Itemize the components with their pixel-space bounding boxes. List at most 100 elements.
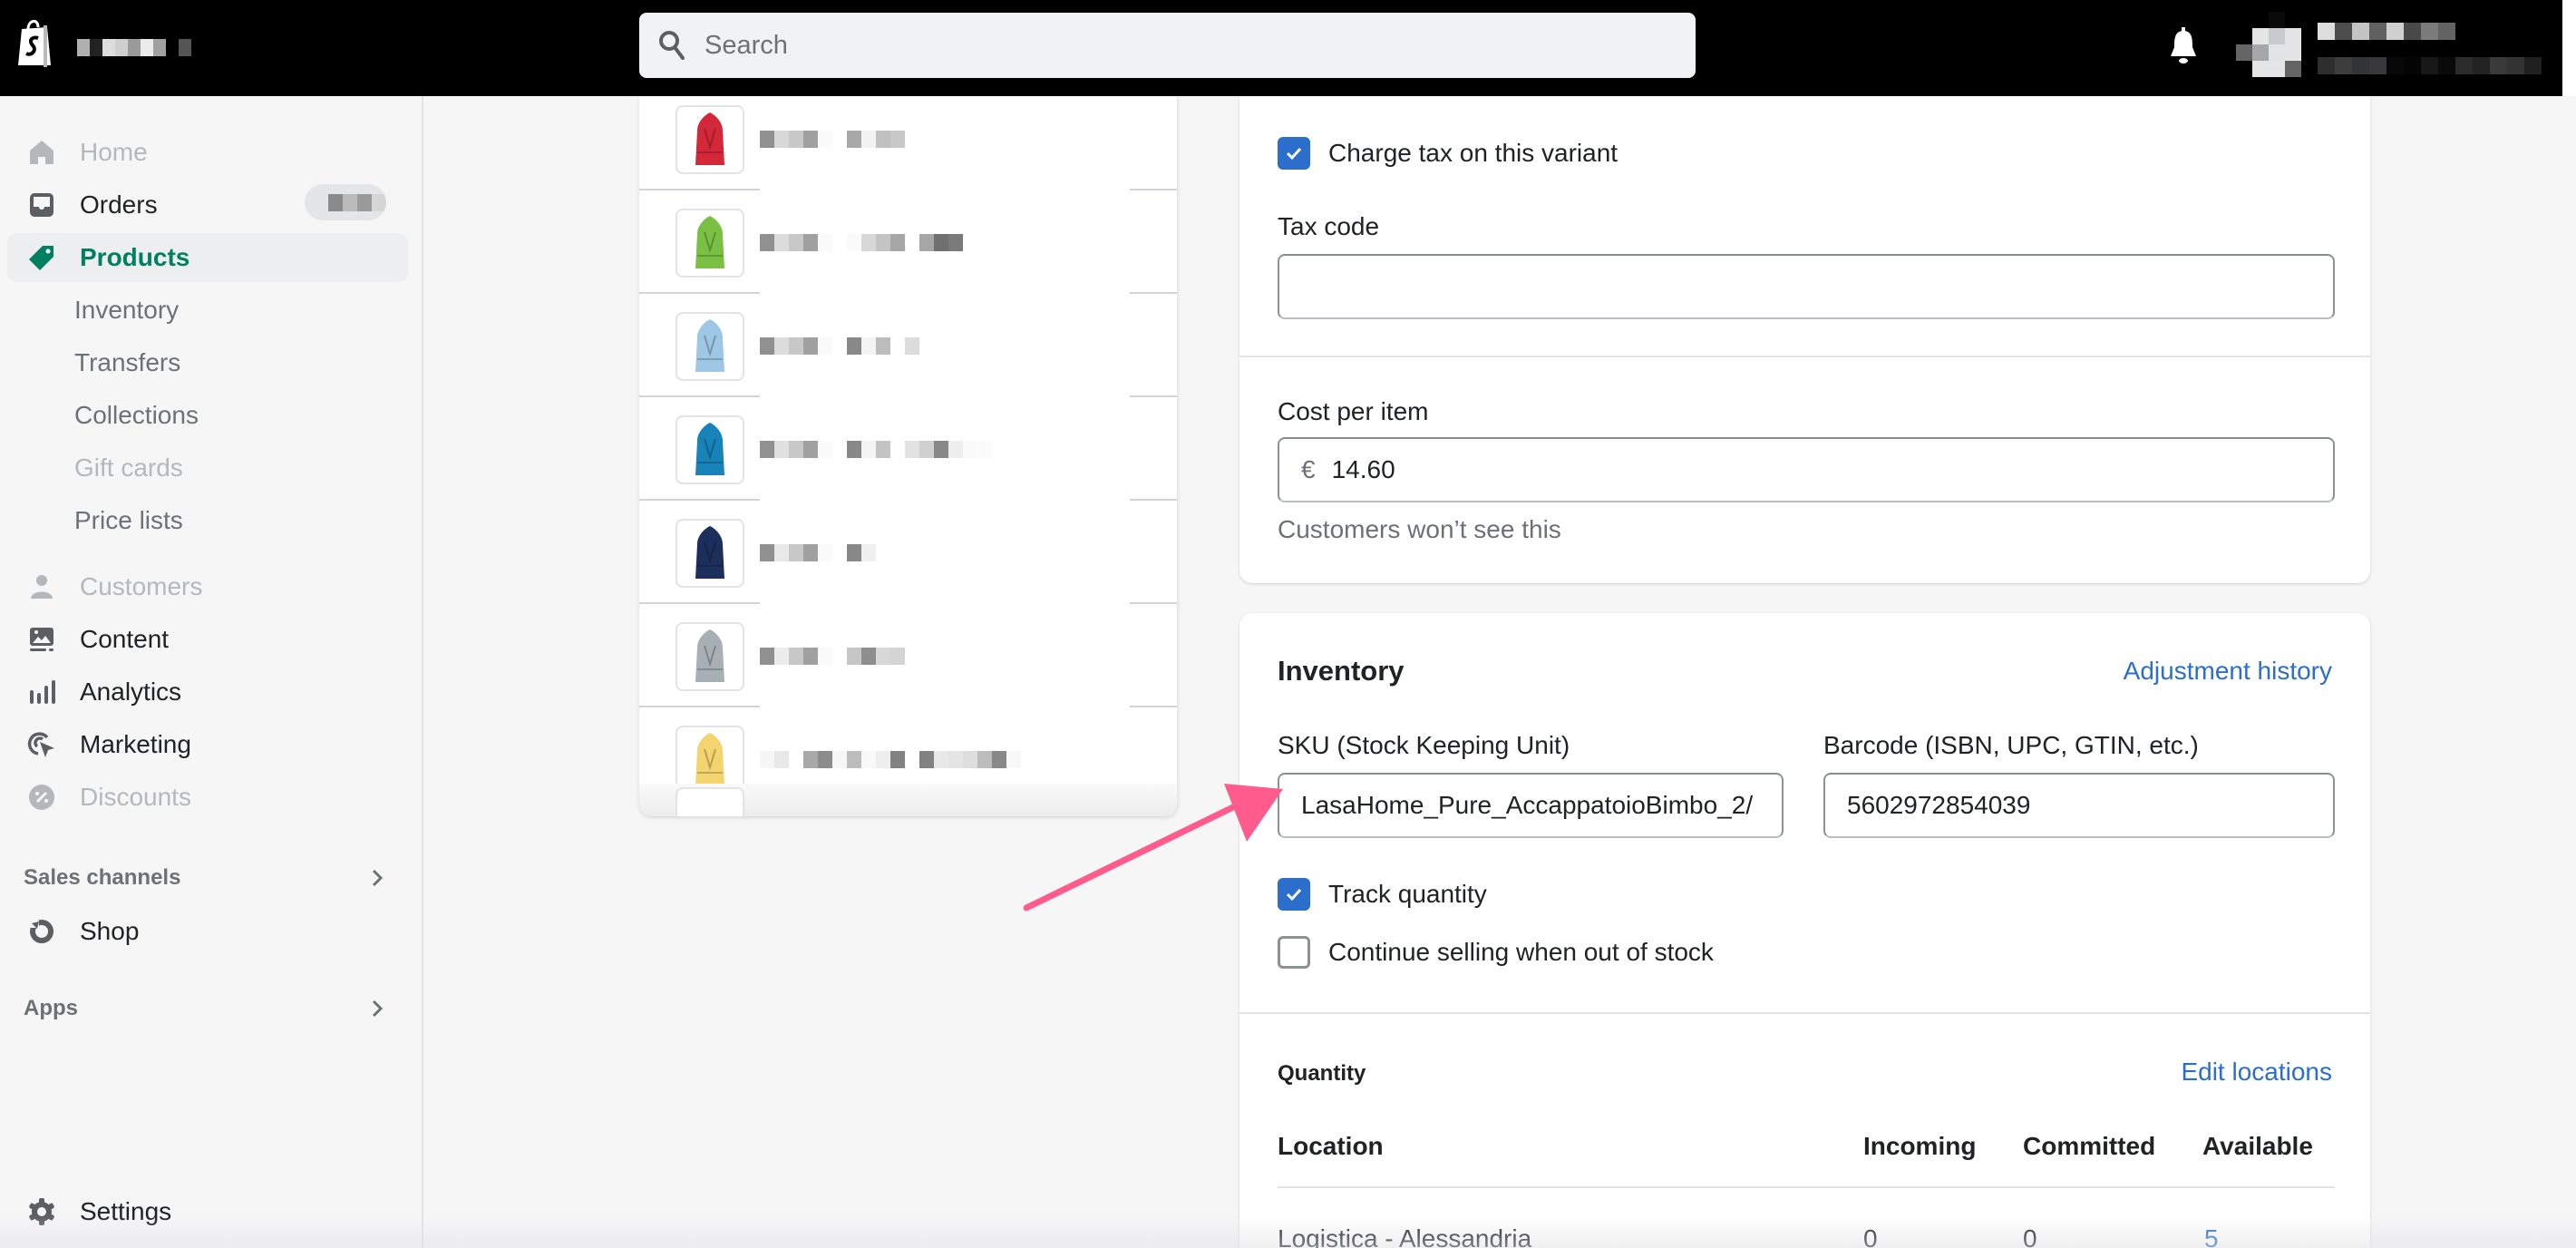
shop-icon bbox=[27, 917, 56, 946]
sidebar-item-label: Content bbox=[80, 625, 170, 653]
list-fade bbox=[639, 784, 1177, 816]
bell-icon[interactable] bbox=[2167, 25, 2200, 65]
table-divider bbox=[1278, 1186, 2335, 1188]
barcode-label: Barcode (ISBN, UPC, GTIN, etc.) bbox=[1823, 731, 2199, 759]
sku-field[interactable]: LasaHome_Pure_AccappatoioBimbo_2/ bbox=[1278, 773, 1784, 838]
search-bar[interactable] bbox=[639, 13, 1696, 78]
continue-selling-checkbox[interactable] bbox=[1278, 936, 1310, 969]
sidebar-item-discounts[interactable]: Discounts bbox=[7, 773, 408, 822]
variant-row[interactable] bbox=[639, 604, 1177, 707]
sidebar-item-orders[interactable]: Orders bbox=[7, 180, 408, 229]
window-edge bbox=[2562, 0, 2576, 96]
cost-per-item-label: Cost per item bbox=[1278, 397, 1429, 425]
col-header-incoming: Incoming bbox=[1863, 1132, 1977, 1160]
variant-name bbox=[760, 648, 905, 665]
variant-row[interactable] bbox=[639, 190, 1177, 294]
cost-value: 14.60 bbox=[1331, 455, 1395, 483]
edit-locations-link[interactable]: Edit locations bbox=[2181, 1058, 2332, 1087]
sidebar-item-label: Analytics bbox=[80, 678, 182, 706]
sidebar-subitem-price-lists[interactable]: Price lists bbox=[74, 506, 183, 535]
adjustment-history-link[interactable]: Adjustment history bbox=[2124, 657, 2332, 686]
bathrobe-icon bbox=[695, 526, 724, 579]
variant-row[interactable] bbox=[639, 501, 1177, 604]
location-name: Logistica - Alessandria bbox=[1278, 1224, 1532, 1248]
apps-label: Apps bbox=[24, 996, 78, 1020]
user-name[interactable] bbox=[2318, 23, 2542, 92]
sidebar-subitem-collections[interactable]: Collections bbox=[74, 401, 199, 430]
sidebar-item-products[interactable]: Products bbox=[7, 233, 408, 282]
sidebar-item-settings[interactable]: Settings bbox=[7, 1187, 408, 1236]
variant-thumbnail bbox=[676, 209, 744, 278]
variant-thumbnail bbox=[676, 622, 744, 691]
quantity-title: Quantity bbox=[1278, 1061, 1366, 1086]
variant-thumbnail-partial bbox=[676, 787, 744, 816]
sidebar-item-label: Marketing bbox=[80, 730, 191, 758]
sidebar-item-marketing[interactable]: Marketing bbox=[7, 720, 408, 769]
sidebar-item-home[interactable]: Home bbox=[7, 128, 408, 177]
variant-name bbox=[760, 234, 963, 251]
variant-name bbox=[760, 441, 992, 458]
checkmark-icon bbox=[1286, 888, 1302, 902]
sales-channels-header[interactable]: Sales channels bbox=[24, 865, 386, 891]
cost-per-item-field[interactable]: € 14.60 bbox=[1278, 437, 2335, 502]
track-quantity-checkbox[interactable] bbox=[1278, 878, 1310, 911]
col-header-location: Location bbox=[1278, 1132, 1384, 1160]
col-header-committed: Committed bbox=[2023, 1132, 2156, 1160]
sidebar-item-label: Settings bbox=[80, 1197, 172, 1225]
track-quantity-label: Track quantity bbox=[1328, 880, 1487, 908]
sidebar-item-label: Home bbox=[80, 138, 148, 166]
shopify-bag-icon[interactable] bbox=[16, 16, 54, 67]
chevron-right-icon[interactable] bbox=[368, 998, 386, 1019]
incoming-value: 0 bbox=[1863, 1224, 1878, 1248]
sidebar-subitem-inventory[interactable]: Inventory bbox=[74, 296, 179, 325]
section-divider bbox=[1239, 1012, 2370, 1014]
variants-list-card bbox=[639, 96, 1178, 816]
variant-thumbnail bbox=[676, 105, 744, 174]
search-icon bbox=[659, 31, 685, 60]
orders-inbox-icon bbox=[27, 190, 56, 219]
cost-help-text: Customers won’t see this bbox=[1278, 515, 1561, 543]
available-value-link[interactable]: 5 bbox=[2204, 1224, 2219, 1248]
charge-tax-checkbox-row[interactable]: Charge tax on this variant bbox=[1278, 137, 1618, 170]
charge-tax-checkbox[interactable] bbox=[1278, 137, 1310, 170]
sidebar-item-label: Orders bbox=[80, 190, 158, 219]
person-icon bbox=[27, 572, 56, 601]
sidebar-subitem-transfers[interactable]: Transfers bbox=[74, 348, 180, 377]
avatar[interactable] bbox=[2236, 12, 2301, 77]
sidebar-subitem-gift-cards[interactable]: Gift cards bbox=[74, 453, 183, 483]
variant-name bbox=[760, 751, 1021, 768]
track-quantity-row[interactable]: Track quantity bbox=[1278, 878, 1487, 911]
continue-selling-label: Continue selling when out of stock bbox=[1328, 938, 1714, 966]
bathrobe-icon bbox=[695, 112, 724, 165]
inventory-title: Inventory bbox=[1278, 655, 1405, 687]
bathrobe-icon bbox=[695, 733, 724, 785]
store-name[interactable] bbox=[77, 39, 191, 56]
sidebar-item-shop[interactable]: Shop bbox=[7, 907, 408, 956]
sidebar-item-analytics[interactable]: Analytics bbox=[7, 668, 408, 717]
section-divider bbox=[1239, 356, 2370, 357]
variant-row[interactable] bbox=[639, 294, 1177, 397]
variant-row[interactable] bbox=[639, 397, 1177, 501]
variant-row[interactable] bbox=[639, 96, 1177, 190]
chevron-right-icon[interactable] bbox=[368, 867, 386, 889]
continue-selling-row[interactable]: Continue selling when out of stock bbox=[1278, 936, 1714, 969]
variant-thumbnail bbox=[676, 519, 744, 588]
orders-count-badge bbox=[305, 184, 386, 220]
sidebar-item-customers[interactable]: Customers bbox=[7, 562, 408, 611]
tag-icon bbox=[27, 243, 56, 272]
sidebar-item-content[interactable]: Content bbox=[7, 615, 408, 664]
sidebar-nav: Home Orders Products Inventory Transfers… bbox=[0, 96, 423, 1248]
target-cursor-icon bbox=[27, 730, 56, 759]
barcode-field[interactable]: 5602972854039 bbox=[1823, 773, 2335, 838]
search-input[interactable] bbox=[705, 30, 1521, 61]
sidebar-item-label: Shop bbox=[80, 917, 140, 945]
sidebar-item-label: Discounts bbox=[80, 783, 191, 811]
tax-code-field[interactable] bbox=[1278, 254, 2335, 319]
checkmark-icon bbox=[1286, 147, 1302, 161]
variant-name bbox=[760, 337, 919, 355]
apps-header[interactable]: Apps bbox=[24, 996, 386, 1021]
sidebar-item-label: Products bbox=[80, 243, 190, 271]
currency-prefix: € bbox=[1301, 455, 1316, 483]
home-icon bbox=[27, 138, 56, 167]
charge-tax-label: Charge tax on this variant bbox=[1328, 139, 1619, 167]
